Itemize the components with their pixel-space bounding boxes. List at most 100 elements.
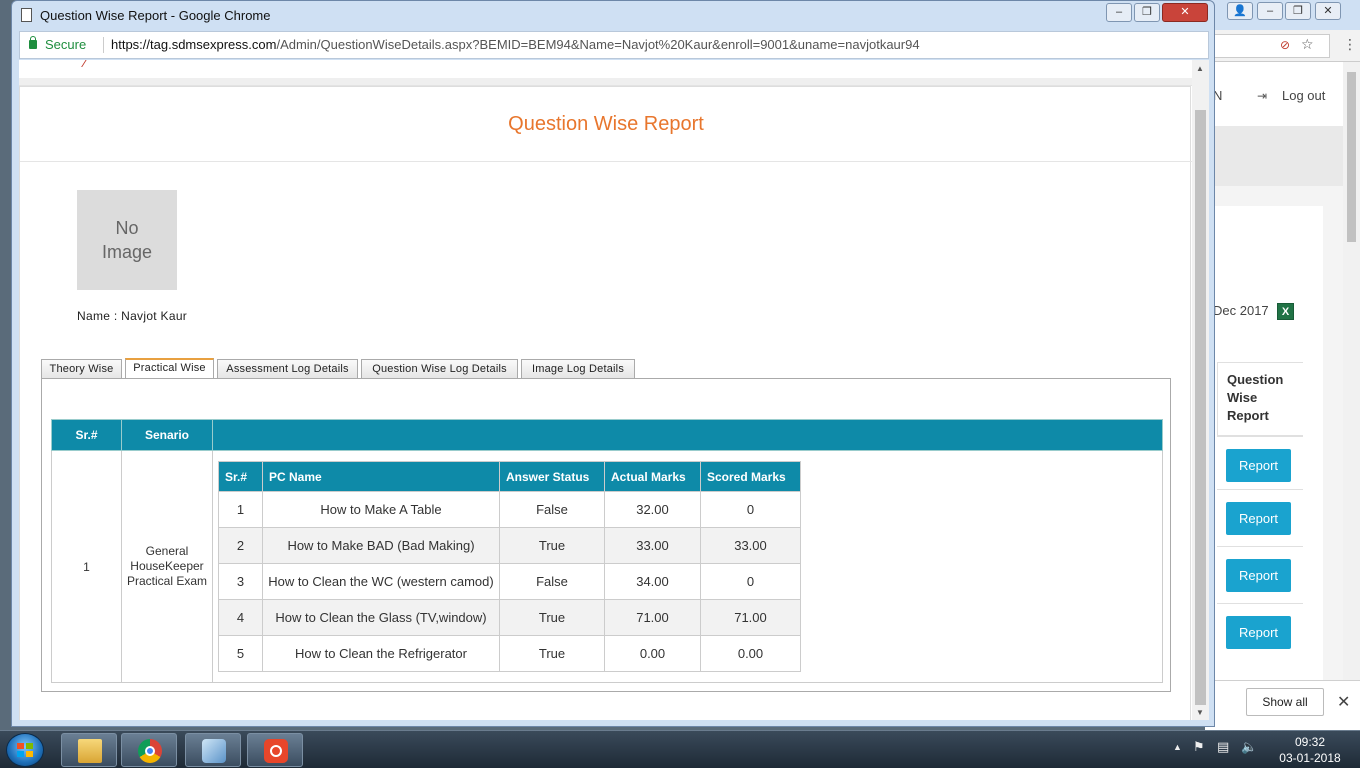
pc-sr: 4 bbox=[218, 599, 263, 636]
scenario-name-header: Senario bbox=[121, 419, 213, 451]
page-scrollbar[interactable]: ▲ ▼ bbox=[1192, 60, 1209, 720]
background-browser-window: 👤 – ❐ ✕ ⊘ ☆ ⋮ N ⇥ Log out Dec 2017 X Que… bbox=[1205, 0, 1360, 730]
excel-export-icon[interactable]: X bbox=[1277, 303, 1294, 320]
scored-marks: 0 bbox=[700, 491, 801, 528]
scored-marks: 71.00 bbox=[700, 599, 801, 636]
url-text[interactable]: https://tag.sdmsexpress.com/Admin/Questi… bbox=[111, 37, 920, 52]
network-icon[interactable]: ▤ bbox=[1217, 739, 1229, 755]
actual-marks: 34.00 bbox=[604, 563, 701, 600]
taskbar-chrome[interactable] bbox=[121, 733, 177, 767]
answer-status-header: Answer Status bbox=[499, 461, 605, 492]
background-band bbox=[1205, 126, 1343, 186]
action-center-flag-icon[interactable]: ⚑ bbox=[1193, 739, 1205, 755]
pc-name: How to Make A Table bbox=[262, 491, 500, 528]
actual-marks: 32.00 bbox=[604, 491, 701, 528]
tab-practical-wise[interactable]: Practical Wise bbox=[125, 358, 214, 379]
pc-sr: 5 bbox=[218, 635, 263, 672]
folder-icon bbox=[78, 739, 102, 763]
title-separator bbox=[20, 161, 1192, 162]
clock-date: 03-01-2018 bbox=[1279, 751, 1341, 765]
scored-marks-header: Scored Marks bbox=[700, 461, 801, 492]
chrome-menu-icon[interactable]: ⋮ bbox=[1343, 36, 1357, 53]
tab-assessment-log-details[interactable]: Assessment Log Details bbox=[217, 359, 358, 379]
start-button[interactable] bbox=[6, 733, 44, 767]
page-viewport: ⁄ Question Wise Report No Image Name : N… bbox=[19, 60, 1209, 720]
tray-expand-icon[interactable]: ▲ bbox=[1173, 742, 1182, 752]
taskbar-file-explorer[interactable] bbox=[61, 733, 117, 767]
page-top-strip bbox=[19, 78, 1192, 86]
scenario-table: Sr.# Senario 1 General HouseKeeper Pract… bbox=[51, 419, 1163, 683]
pc-name: How to Make BAD (Bad Making) bbox=[262, 527, 500, 564]
background-row: Report bbox=[1217, 603, 1303, 660]
background-row: Report bbox=[1217, 546, 1303, 603]
scenario-detail-header bbox=[212, 419, 1163, 451]
scenario-header-row: Sr.# Senario bbox=[51, 419, 1163, 451]
taskbar-clock[interactable]: 09:32 03-01-2018 bbox=[1270, 734, 1350, 766]
background-scrollbar-thumb[interactable] bbox=[1347, 72, 1356, 242]
answer-status: False bbox=[499, 563, 605, 600]
close-window-button[interactable]: ✕ bbox=[1162, 3, 1208, 22]
page-scrollbar-thumb[interactable] bbox=[1195, 110, 1206, 705]
blocked-popup-icon[interactable]: ⊘ bbox=[1280, 38, 1290, 52]
no-image-line2: Image bbox=[101, 242, 153, 262]
clock-time: 09:32 bbox=[1294, 735, 1326, 749]
scenario-name: General HouseKeeper Practical Exam bbox=[121, 450, 213, 683]
report-button[interactable]: Report bbox=[1226, 449, 1291, 482]
secure-label[interactable]: Secure bbox=[45, 37, 86, 52]
minimize-button[interactable]: – bbox=[1106, 3, 1132, 22]
tab-image-log-details[interactable]: Image Log Details bbox=[521, 359, 635, 379]
url-host: https://tag.sdmsexpress.com bbox=[111, 37, 277, 52]
candidate-photo-placeholder: No Image bbox=[77, 190, 177, 290]
taskbar-screen-recorder[interactable] bbox=[247, 733, 303, 767]
logout-link[interactable]: Log out bbox=[1282, 88, 1325, 103]
address-separator bbox=[103, 37, 104, 53]
popup-window: Question Wise Report - Google Chrome – ❐… bbox=[11, 0, 1215, 727]
pc-sr-header: Sr.# bbox=[218, 461, 263, 492]
pc-sr: 1 bbox=[218, 491, 263, 528]
report-button[interactable]: Report bbox=[1226, 502, 1291, 535]
bookmark-star-icon[interactable]: ☆ bbox=[1301, 36, 1314, 53]
background-titlebar: 👤 – ❐ ✕ bbox=[1205, 0, 1360, 30]
scroll-down-arrow-icon[interactable]: ▼ bbox=[1196, 708, 1204, 717]
url-path: /Admin/QuestionWiseDetails.aspx?BEMID=BE… bbox=[276, 37, 920, 52]
actual-marks: 0.00 bbox=[604, 635, 701, 672]
scenario-row: 1 General HouseKeeper Practical Exam Sr.… bbox=[51, 450, 1163, 683]
background-row: Report bbox=[1217, 489, 1303, 546]
table-row: 4 How to Clean the Glass (TV,window) Tru… bbox=[218, 599, 801, 636]
scenario-sr-header: Sr.# bbox=[51, 419, 122, 451]
address-bar[interactable]: Secure https://tag.sdmsexpress.com/Admin… bbox=[19, 31, 1209, 59]
bg-close-button[interactable]: ✕ bbox=[1315, 2, 1341, 20]
pc-name: How to Clean the Glass (TV,window) bbox=[262, 599, 500, 636]
close-download-bar-icon[interactable]: ✕ bbox=[1337, 692, 1350, 712]
taskbar: ▲ ⚑ ▤ 🔈 09:32 03-01-2018 bbox=[0, 730, 1360, 768]
practical-wise-panel: Sr.# Senario 1 General HouseKeeper Pract… bbox=[41, 378, 1171, 692]
pc-name: How to Clean the Refrigerator bbox=[262, 635, 500, 672]
cube-app-icon bbox=[202, 739, 226, 763]
background-row: Report bbox=[1217, 436, 1303, 493]
scroll-up-arrow-icon[interactable]: ▲ bbox=[1196, 64, 1204, 73]
windows-logo-icon bbox=[17, 743, 33, 757]
bg-user-icon[interactable]: 👤 bbox=[1227, 2, 1253, 20]
bg-maximize-button[interactable]: ❐ bbox=[1285, 2, 1311, 20]
scenario-sr: 1 bbox=[51, 450, 122, 683]
report-button[interactable]: Report bbox=[1226, 559, 1291, 592]
scored-marks: 33.00 bbox=[700, 527, 801, 564]
pc-name: How to Clean the WC (western camod) bbox=[262, 563, 500, 600]
tab-question-wise-log-details[interactable]: Question Wise Log Details bbox=[361, 359, 518, 379]
scored-marks: 0.00 bbox=[700, 635, 801, 672]
table-row: 3 How to Clean the WC (western camod) Fa… bbox=[218, 563, 801, 600]
report-button[interactable]: Report bbox=[1226, 616, 1291, 649]
tab-theory-wise[interactable]: Theory Wise bbox=[41, 359, 122, 379]
show-all-downloads-button[interactable]: Show all bbox=[1246, 688, 1324, 716]
bg-minimize-button[interactable]: – bbox=[1257, 2, 1283, 20]
lock-icon[interactable] bbox=[29, 36, 37, 49]
taskbar-virtualbox[interactable] bbox=[185, 733, 241, 767]
background-scrollbar[interactable] bbox=[1343, 62, 1360, 682]
actual-marks: 71.00 bbox=[604, 599, 701, 636]
scenario-detail-cell: Sr.# PC Name Answer Status Actual Marks … bbox=[212, 450, 1163, 683]
volume-icon[interactable]: 🔈 bbox=[1241, 739, 1257, 755]
answer-status: True bbox=[499, 635, 605, 672]
maximize-button[interactable]: ❐ bbox=[1134, 3, 1160, 22]
actual-marks: 33.00 bbox=[604, 527, 701, 564]
background-column-header: Question Wise Report bbox=[1217, 362, 1303, 436]
